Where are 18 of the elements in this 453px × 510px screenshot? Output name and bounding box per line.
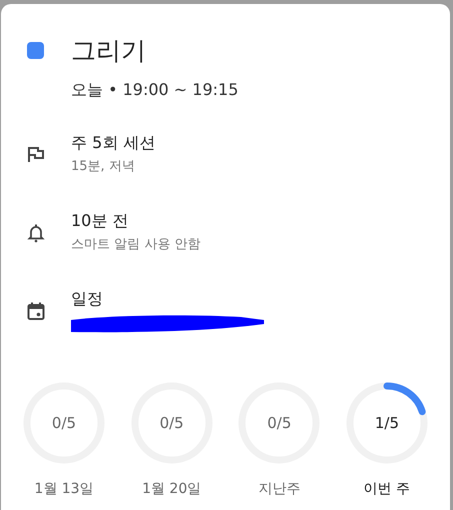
detail-title: 10분 전 xyxy=(71,210,130,232)
flag-icon xyxy=(26,145,46,165)
calendar-icon xyxy=(26,301,46,321)
detail-subtitle: 15분, 저녁 xyxy=(71,158,136,176)
event-title: 그리기 xyxy=(71,38,146,62)
detail-title: 일정 xyxy=(71,288,104,310)
week-tab[interactable]: 1월 13일 xyxy=(34,479,94,500)
count-text: 0/5 xyxy=(267,412,292,434)
detail-subtitle: 스마트 알림 사용 안함 xyxy=(71,236,200,254)
count-text: 0/5 xyxy=(160,412,184,434)
event-time: 오늘 • 19:00 ~ 19:15 xyxy=(71,79,240,101)
bell-icon xyxy=(26,223,46,243)
detail-title: 주 5회 세션 xyxy=(71,132,156,154)
week-tab[interactable]: 1월 20일 xyxy=(142,479,202,500)
count-text: 0/5 xyxy=(52,412,76,434)
count-text: 1/5 xyxy=(374,412,400,434)
week-tab[interactable]: 지난주 xyxy=(258,479,300,500)
week-tab[interactable]: 이번 주 xyxy=(364,479,410,500)
